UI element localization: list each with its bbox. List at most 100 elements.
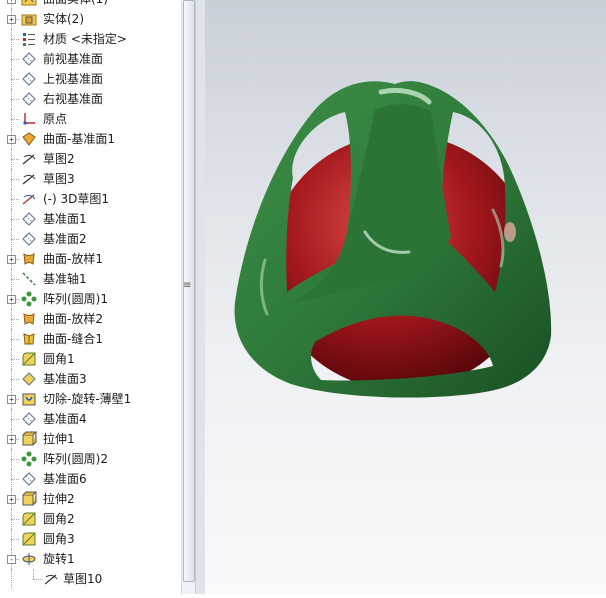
expand-toggle-icon[interactable]: + xyxy=(7,495,16,504)
tree-item-label: 基准面6 xyxy=(43,472,87,486)
tree-item[interactable]: + 曲面-放样1 xyxy=(0,249,181,269)
tree-scrollbar[interactable] xyxy=(181,0,195,594)
sketch-icon xyxy=(21,171,37,187)
expand-toggle-icon[interactable]: + xyxy=(7,0,16,4)
plane-highlight-icon xyxy=(21,371,37,387)
tree-item[interactable]: 阵列(圆周)2 xyxy=(0,449,181,469)
circular-pattern-icon xyxy=(21,451,37,467)
tree-item[interactable]: 曲面-放样2 xyxy=(0,309,181,329)
solid-bodies-folder-icon xyxy=(21,11,37,27)
tree-item-label: 曲面-放样1 xyxy=(43,252,103,266)
sphere-highlight xyxy=(504,222,516,242)
revolve-icon xyxy=(21,551,37,567)
tree-guide-line xyxy=(11,239,19,240)
tree-item[interactable]: 曲面-缝合1 xyxy=(0,329,181,349)
tree-item[interactable]: 基准面6 xyxy=(0,469,181,489)
tree-item[interactable]: 草图10 xyxy=(0,569,181,589)
tree-item[interactable]: + 曲面-基准面1 xyxy=(0,129,181,149)
tree-item[interactable]: 基准轴1 xyxy=(0,269,181,289)
collapse-toggle-icon[interactable]: - xyxy=(7,555,16,564)
tree-guide-line xyxy=(11,39,19,40)
tree-item[interactable]: 圆角2 xyxy=(0,509,181,529)
tree-item[interactable]: 基准面4 xyxy=(0,409,181,429)
tree-item-label: 圆角1 xyxy=(43,352,75,366)
revolve-cut-thin-icon xyxy=(21,391,37,407)
grip-icon: ≡ xyxy=(183,280,192,291)
fillet-icon xyxy=(21,351,37,367)
3d-model[interactable] xyxy=(205,0,606,594)
tree-item-label: 阵列(圆周)1 xyxy=(43,292,108,306)
tree-item-label: 曲面-基准面1 xyxy=(43,132,115,146)
tree-item-label: 阵列(圆周)2 xyxy=(43,452,108,466)
surface-knit-icon xyxy=(21,331,37,347)
tree-item[interactable]: 基准面2 xyxy=(0,229,181,249)
tree-item-label: 基准面3 xyxy=(43,372,87,386)
plane-icon xyxy=(21,411,37,427)
tree-guide-line xyxy=(11,569,12,589)
expand-toggle-icon[interactable]: + xyxy=(7,435,16,444)
expand-toggle-icon[interactable]: + xyxy=(7,295,16,304)
tree-item[interactable]: + 拉伸2 xyxy=(0,489,181,509)
tree-item-label: 草图10 xyxy=(63,572,103,586)
tree-item[interactable]: (-) 3D草图1 xyxy=(0,189,181,209)
tree-item-label: 曲面实体(1) xyxy=(43,0,108,7)
tree-item-label: 拉伸1 xyxy=(43,432,75,446)
tree-guide-line xyxy=(11,359,19,360)
tree-item-label: 基准轴1 xyxy=(43,272,87,286)
tree-item-label: 曲面-放样2 xyxy=(43,312,103,326)
plane-icon xyxy=(21,211,37,227)
extrude-icon xyxy=(21,431,38,447)
tree-item[interactable]: 基准面3 xyxy=(0,369,181,389)
tree-item[interactable]: 原点 xyxy=(0,109,181,129)
tree-item[interactable]: + 曲面实体(1) xyxy=(0,0,181,9)
tree-guide-line xyxy=(11,479,19,480)
tree-item[interactable]: + 拉伸1 xyxy=(0,429,181,449)
tree-item[interactable]: - 旋转1 xyxy=(0,549,181,569)
tree-item[interactable]: 右视基准面 xyxy=(0,89,181,109)
scrollbar-thumb[interactable] xyxy=(183,0,195,582)
tree-guide-line xyxy=(11,79,19,80)
tree-item-label: 曲面-缝合1 xyxy=(43,332,103,346)
tree-item-label: 右视基准面 xyxy=(43,92,104,106)
tree-item-label: 圆角3 xyxy=(43,532,75,546)
graphics-viewport[interactable] xyxy=(205,0,606,594)
tree-guide-line xyxy=(11,219,19,220)
tree-guide-line xyxy=(11,99,19,100)
surface-bodies-folder-icon xyxy=(21,0,37,7)
tree-item-label: 圆角2 xyxy=(43,512,75,526)
extrude-icon xyxy=(21,491,38,507)
tree-item-label: 实体(2) xyxy=(43,12,84,26)
surface-loft-icon xyxy=(21,311,37,327)
tree-guide-line xyxy=(11,319,19,320)
fillet-icon xyxy=(21,511,37,527)
expand-toggle-icon[interactable]: + xyxy=(7,395,16,404)
plane-icon xyxy=(21,71,37,87)
tree-item[interactable]: 上视基准面 xyxy=(0,69,181,89)
tree-item[interactable]: 基准面1 xyxy=(0,209,181,229)
tree-guide-line xyxy=(11,179,19,180)
tree-item-label: 前视基准面 xyxy=(43,52,104,66)
tree-item[interactable]: + 切除-旋转-薄壁1 xyxy=(0,389,181,409)
expand-toggle-icon[interactable]: + xyxy=(7,15,16,24)
tree-item-label: 旋转1 xyxy=(43,552,75,566)
expand-toggle-icon[interactable]: + xyxy=(7,255,16,264)
tree-item[interactable]: 草图3 xyxy=(0,169,181,189)
tree-guide-line xyxy=(11,459,19,460)
plane-icon xyxy=(21,231,37,247)
plane-icon xyxy=(21,471,37,487)
planar-surface-icon xyxy=(21,131,37,147)
tree-item[interactable]: 圆角3 xyxy=(0,529,181,549)
tree-guide-line xyxy=(33,579,43,580)
tree-item[interactable]: + 实体(2) xyxy=(0,9,181,29)
tree-item-label: 基准面4 xyxy=(43,412,87,426)
tree-item[interactable]: 材质 <未指定> xyxy=(0,29,181,49)
plane-icon xyxy=(21,91,37,107)
tree-item[interactable]: 前视基准面 xyxy=(0,49,181,69)
3d-sketch-icon xyxy=(21,191,37,207)
tree-guide-line xyxy=(11,119,19,120)
tree-item[interactable]: 圆角1 xyxy=(0,349,181,369)
tree-item[interactable]: 草图2 xyxy=(0,149,181,169)
tree-item[interactable]: + 阵列(圆周)1 xyxy=(0,289,181,309)
expand-toggle-icon[interactable]: + xyxy=(7,135,16,144)
tree-guide-line xyxy=(11,519,19,520)
